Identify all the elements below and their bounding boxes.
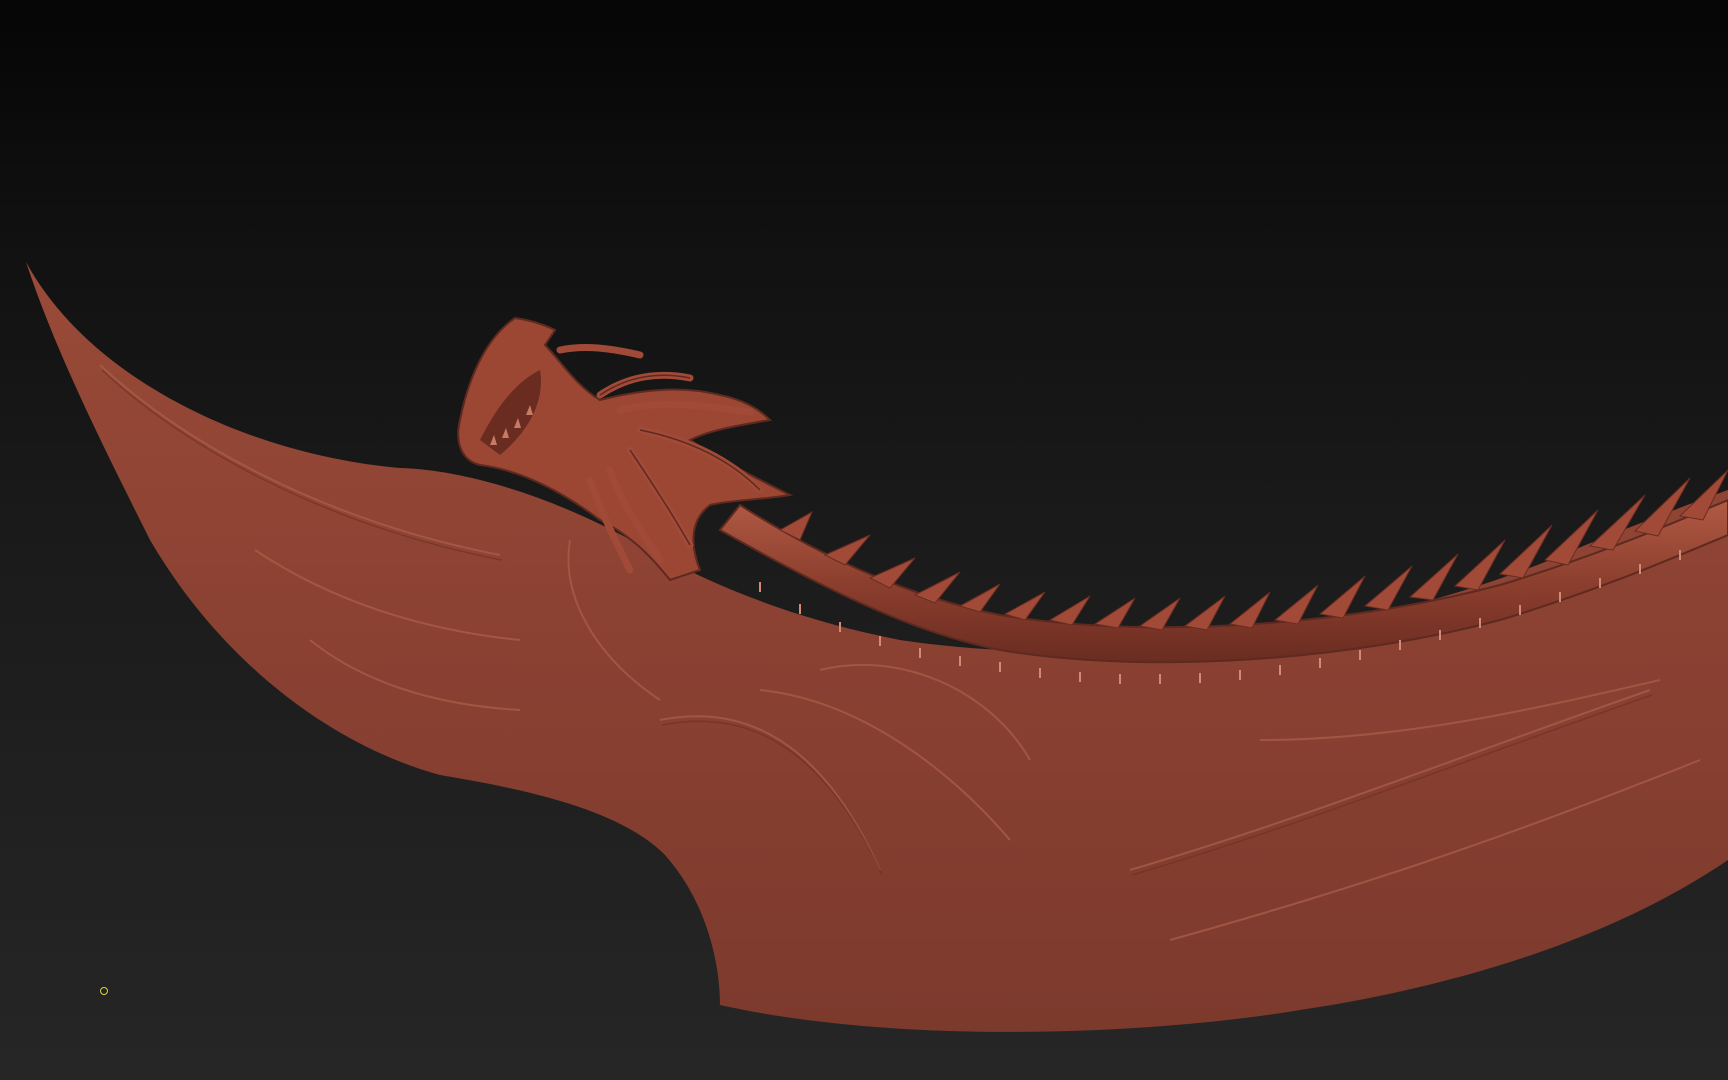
brush-cursor-icon [100,987,108,995]
sculpt-canvas[interactable] [0,0,1728,1080]
blade-surface [26,262,1728,1032]
sculpt-viewport[interactable] [0,0,1728,1080]
